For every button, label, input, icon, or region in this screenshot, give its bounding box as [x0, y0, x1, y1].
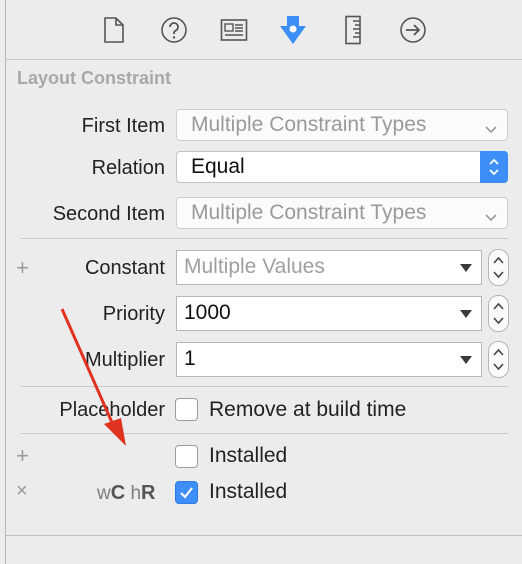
priority-value: 1000	[184, 301, 231, 324]
placeholder-label: Placeholder	[59, 399, 165, 421]
checkmark-icon	[180, 487, 193, 499]
size-class-c: C	[110, 482, 126, 504]
second-item-popup[interactable]: Multiple Constraint Types	[176, 197, 508, 229]
relation-value: Equal	[191, 155, 245, 178]
multiplier-stepper[interactable]	[488, 341, 509, 378]
installed-wc-hr-checkbox[interactable]	[175, 481, 198, 504]
installed-wc-hr-label: Installed	[209, 480, 288, 503]
priority-field[interactable]: 1000	[176, 296, 482, 331]
size-class-w: w	[97, 483, 111, 504]
dropdown-caret-icon[interactable]	[460, 310, 472, 318]
divider	[21, 238, 508, 239]
attributes-inspector-icon[interactable]	[278, 14, 308, 46]
chevron-down-icon	[485, 118, 497, 142]
installed-label: Installed	[209, 444, 288, 467]
section-title: Layout Constraint	[17, 68, 172, 88]
relation-popup[interactable]: Equal	[176, 151, 508, 183]
file-inspector-icon[interactable]	[99, 14, 129, 46]
dropdown-caret-icon[interactable]	[460, 356, 472, 364]
multiplier-field[interactable]: 1	[176, 342, 482, 377]
remove-size-class-button[interactable]: ×	[16, 480, 28, 503]
second-item-value: Multiple Constraint Types	[191, 201, 427, 224]
size-class-h: h	[130, 483, 142, 504]
size-class-r: R	[141, 482, 156, 504]
divider	[21, 386, 508, 387]
divider	[21, 433, 508, 434]
first-item-label: First Item	[81, 115, 165, 137]
multiplier-label: Multiplier	[84, 349, 165, 371]
divider	[6, 535, 522, 536]
priority-stepper[interactable]	[488, 295, 509, 332]
constant-field[interactable]: Multiple Values	[176, 250, 482, 285]
first-item-value: Multiple Constraint Types	[191, 113, 427, 136]
add-size-class-button[interactable]: +	[16, 443, 29, 469]
remove-at-build-time-label: Remove at build time	[209, 398, 407, 421]
size-inspector-icon[interactable]	[338, 14, 368, 46]
priority-label: Priority	[102, 303, 165, 325]
multiplier-value: 1	[184, 347, 196, 370]
first-item-popup[interactable]: Multiple Constraint Types	[176, 109, 508, 141]
relation-label: Relation	[91, 157, 165, 179]
chevron-down-icon	[485, 206, 497, 230]
constant-label: Constant	[84, 257, 165, 279]
quick-help-icon[interactable]	[159, 14, 189, 46]
constant-placeholder: Multiple Values	[184, 255, 325, 278]
installed-checkbox[interactable]	[175, 445, 198, 468]
connections-inspector-icon[interactable]	[398, 14, 428, 46]
inspector-toolbar	[6, 0, 522, 60]
panel-left-border	[5, 0, 6, 564]
identity-inspector-icon[interactable]	[219, 14, 249, 46]
popup-arrows-icon	[480, 151, 508, 183]
dropdown-caret-icon[interactable]	[460, 264, 472, 272]
second-item-label: Second Item	[52, 203, 165, 225]
constant-stepper[interactable]	[488, 249, 509, 286]
size-class-wc-hr: wC hR	[97, 482, 156, 505]
remove-at-build-time-checkbox[interactable]	[175, 398, 198, 421]
